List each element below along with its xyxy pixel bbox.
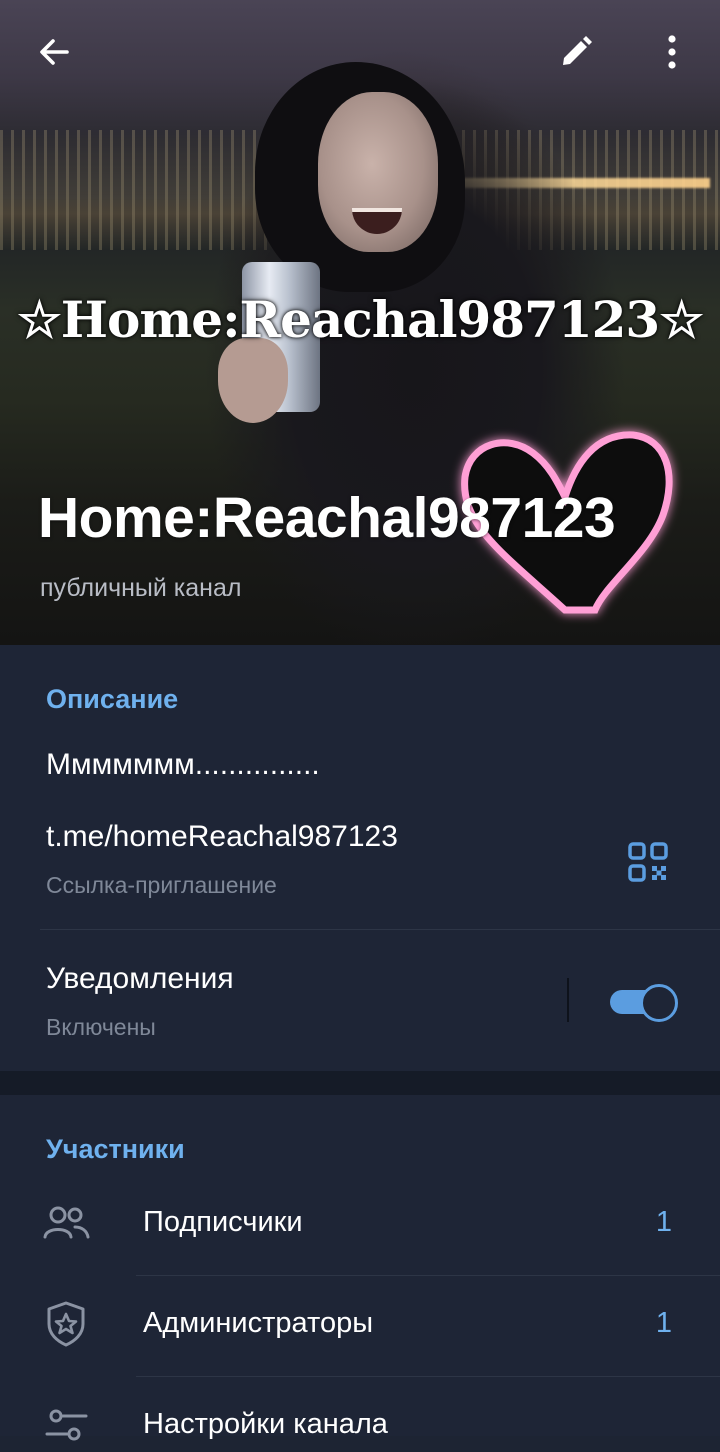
subscribers-count: 1 xyxy=(655,1206,672,1238)
cover-watermark-text: ☆Home:Reachal987123☆ xyxy=(16,290,704,349)
pencil-icon xyxy=(563,36,592,65)
more-menu-button[interactable] xyxy=(644,24,700,80)
divider xyxy=(136,1275,720,1276)
sliders-icon xyxy=(40,1400,92,1452)
back-button[interactable] xyxy=(26,24,82,80)
section-gap xyxy=(0,1071,720,1095)
administrators-label: Администраторы xyxy=(143,1307,374,1339)
subscribers-label: Подписчики xyxy=(143,1206,303,1238)
members-section-title: Участники xyxy=(46,1134,185,1164)
channel-settings-label: Настройки канала xyxy=(143,1408,388,1440)
photo-hand xyxy=(218,338,288,423)
arrow-back-icon xyxy=(40,39,69,65)
more-vertical-icon xyxy=(668,35,676,69)
users-icon xyxy=(40,1197,92,1249)
notifications-status: Включены xyxy=(46,1014,156,1040)
administrators-count: 1 xyxy=(655,1307,672,1339)
channel-description: Ммммммм............... xyxy=(46,748,320,781)
divider xyxy=(136,1376,720,1377)
qr-code-icon xyxy=(628,842,668,882)
shield-star-icon xyxy=(40,1298,92,1350)
invite-link-caption: Ссылка-приглашение xyxy=(46,872,277,898)
channel-type-label: публичный канал xyxy=(40,574,242,602)
invite-link[interactable]: t.me/homeReachal987123 xyxy=(46,820,398,854)
qr-code-button[interactable] xyxy=(622,836,674,888)
description-section-title: Описание xyxy=(46,684,179,714)
channel-title: Home:Reachal987123 xyxy=(38,486,616,550)
divider xyxy=(40,929,720,930)
channel-cover-photo[interactable]: ☆Home:Reachal987123☆ Home:Reachal987123 … xyxy=(0,0,720,645)
edit-button[interactable] xyxy=(548,24,604,80)
toggle-knob xyxy=(640,984,678,1022)
toggle-separator xyxy=(567,978,569,1022)
notifications-toggle[interactable] xyxy=(610,984,678,1022)
notifications-label: Уведомления xyxy=(46,962,234,995)
